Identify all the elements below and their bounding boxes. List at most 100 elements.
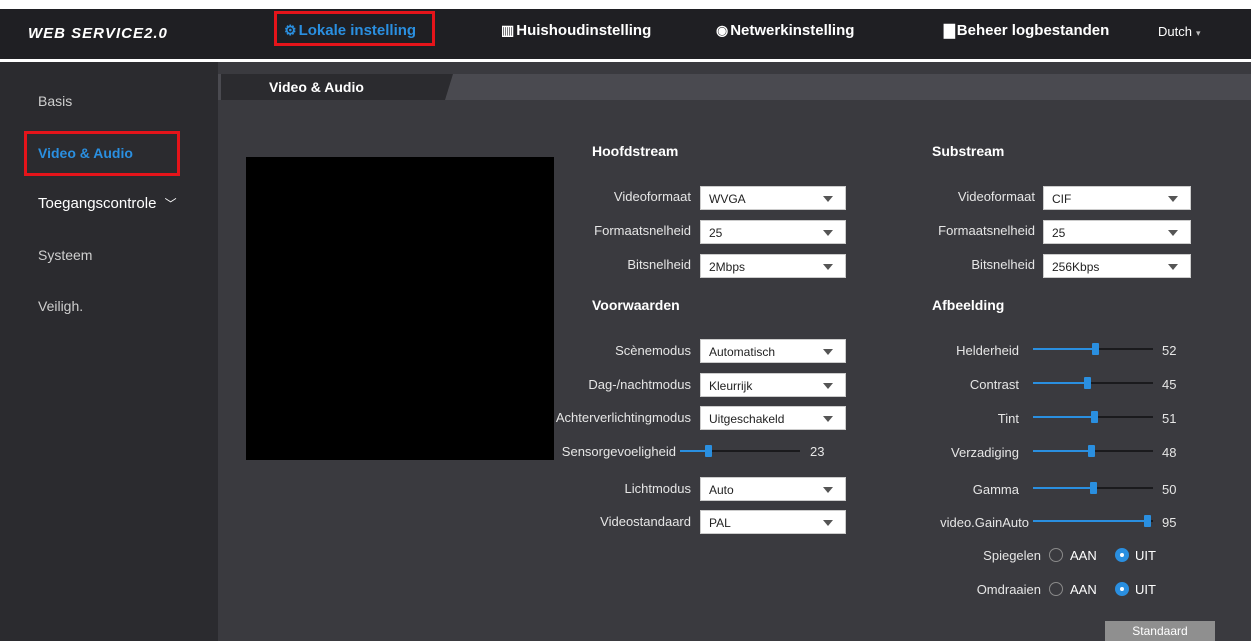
label-gamma: Gamma (972, 482, 1019, 497)
section-title-image: Afbeelding (932, 297, 1005, 313)
tab-video-audio[interactable]: Video & Audio (221, 74, 453, 100)
globe-icon: ◉ (716, 22, 729, 38)
dropdown-arrow-icon (823, 230, 833, 236)
select-mainstream-bitrate[interactable]: 2Mbps (700, 254, 846, 278)
select-light-mode[interactable]: Auto (700, 477, 846, 501)
dropdown-arrow-icon (823, 416, 833, 422)
select-value: Automatisch (709, 345, 776, 359)
value-contrast: 45 (1162, 377, 1177, 392)
slider-gain-auto[interactable] (1033, 514, 1153, 528)
slider-thumb[interactable] (1092, 343, 1099, 355)
slider-thumb[interactable] (1084, 377, 1091, 389)
slider-gamma[interactable] (1033, 481, 1153, 495)
select-value: Auto (709, 483, 734, 497)
radio-mirror-off[interactable] (1115, 548, 1129, 562)
dropdown-arrow-icon (823, 196, 833, 202)
label-substream-bitrate: Bitsnelheid (971, 257, 1035, 272)
select-scene-mode[interactable]: Automatisch (700, 339, 846, 363)
nav-label: Beheer logbestanden (956, 22, 1110, 39)
sidebar-item-toegangscontrole[interactable]: Toegangscontrole ﹀ (38, 195, 177, 212)
language-select[interactable]: Dutch ▾ (1158, 24, 1201, 39)
label-scene-mode: Scènemodus (615, 343, 691, 358)
nav-beheer-logbestanden[interactable]: ▇ Beheer logbestanden (944, 22, 1109, 39)
value-gamma: 50 (1162, 482, 1177, 497)
sidebar-item-basis[interactable]: Basis (38, 93, 72, 109)
select-value: 25 (1052, 226, 1066, 240)
radio-mirror-on[interactable] (1049, 548, 1063, 562)
value-hue: 51 (1162, 411, 1177, 426)
dropdown-arrow-icon (823, 487, 833, 493)
slider-thumb[interactable] (1090, 482, 1097, 494)
slider-thumb[interactable] (705, 445, 712, 457)
slider-fill (1033, 348, 1095, 350)
label-contrast: Contrast (969, 377, 1019, 392)
label-mainstream-framerate: Formaatsnelheid (594, 223, 691, 238)
label-flip: Omdraaien (976, 582, 1041, 597)
dropdown-arrow-icon (1168, 230, 1178, 236)
slider-fill (1033, 450, 1091, 452)
radio-label-flip-off: UIT (1135, 582, 1156, 597)
section-title-conditions: Voorwaarden (592, 297, 680, 313)
video-preview (246, 157, 554, 460)
radio-label-flip-on: AAN (1070, 582, 1097, 597)
nav-huishoudinstelling[interactable]: ▥ Huishoudinstelling (501, 22, 651, 39)
select-value: PAL (709, 516, 731, 530)
brand-logo: WEB SERVICE2.0 (28, 25, 168, 42)
select-substream-videoformat[interactable]: CIF (1043, 186, 1191, 210)
label-substream-videoformat: Videoformaat (957, 189, 1035, 204)
slider-saturation[interactable] (1033, 444, 1153, 458)
select-value: Kleurrijk (709, 379, 753, 393)
slider-thumb[interactable] (1088, 445, 1095, 457)
radio-flip-on[interactable] (1049, 582, 1063, 596)
select-value: CIF (1052, 192, 1072, 206)
select-mainstream-videoformat[interactable]: WVGA (700, 186, 846, 210)
radio-flip-off[interactable] (1115, 582, 1129, 596)
label-light-mode: Lichtmodus (624, 481, 691, 496)
top-bar: WEB SERVICE2.0 ⚙ Lokale instelling ▥ Huish… (0, 0, 1251, 62)
label-mainstream-bitrate: Bitsnelheid (627, 257, 691, 272)
nav-netwerkinstelling[interactable]: ◉ Netwerkinstelling (716, 22, 854, 39)
value-brightness: 52 (1162, 343, 1177, 358)
slider-thumb[interactable] (1091, 411, 1098, 423)
nav-label: Huishoudinstelling (516, 22, 652, 39)
building-icon: ▥ (501, 22, 515, 38)
chevron-down-icon: ▾ (1195, 28, 1201, 38)
select-mainstream-framerate[interactable]: 25 (700, 220, 846, 244)
select-backlight-mode[interactable]: Uitgeschakeld (700, 406, 846, 430)
dropdown-arrow-icon (1168, 264, 1178, 270)
chevron-down-icon: ﹀ (164, 197, 177, 211)
select-day-night-mode[interactable]: Kleurrijk (700, 373, 846, 397)
select-value: Uitgeschakeld (709, 412, 785, 426)
select-value: 25 (709, 226, 723, 240)
slider-sensor-sensitivity[interactable] (680, 444, 800, 458)
dropdown-arrow-icon (823, 520, 833, 526)
log-icon: ▇ (944, 22, 955, 38)
default-button[interactable]: Standaard (1105, 621, 1215, 641)
value-saturation: 48 (1162, 445, 1177, 460)
sidebar-item-systeem[interactable]: Systeem (38, 247, 92, 263)
label-mirror: Spiegelen (983, 548, 1041, 563)
slider-brightness[interactable] (1033, 342, 1153, 356)
dropdown-arrow-icon (823, 383, 833, 389)
highlight-box-nav (274, 11, 435, 46)
radio-label-mirror-off: UIT (1135, 548, 1156, 563)
value-sensor-sensitivity: 23 (810, 444, 825, 459)
label-day-night-mode: Dag-/nachtmodus (588, 377, 691, 392)
label-substream-framerate: Formaatsnelheid (938, 223, 1035, 238)
highlight-box-sidebar (24, 131, 180, 176)
dropdown-arrow-icon (823, 264, 833, 270)
slider-contrast[interactable] (1033, 376, 1153, 390)
slider-hue[interactable] (1033, 410, 1153, 424)
label-gain-auto: video.GainAuto (940, 515, 1029, 530)
select-substream-bitrate[interactable]: 256Kbps (1043, 254, 1191, 278)
slider-thumb[interactable] (1144, 515, 1151, 527)
select-value: 256Kbps (1052, 260, 1100, 274)
label-hue: Tint (997, 411, 1019, 426)
slider-fill (1033, 382, 1087, 384)
select-substream-framerate[interactable]: 25 (1043, 220, 1191, 244)
select-value: WVGA (709, 192, 746, 206)
dropdown-arrow-icon (1168, 196, 1178, 202)
sidebar-item-veiligheid[interactable]: Veiligh. (38, 298, 83, 314)
section-title-substream: Substream (932, 143, 1005, 159)
select-video-standard[interactable]: PAL (700, 510, 846, 534)
